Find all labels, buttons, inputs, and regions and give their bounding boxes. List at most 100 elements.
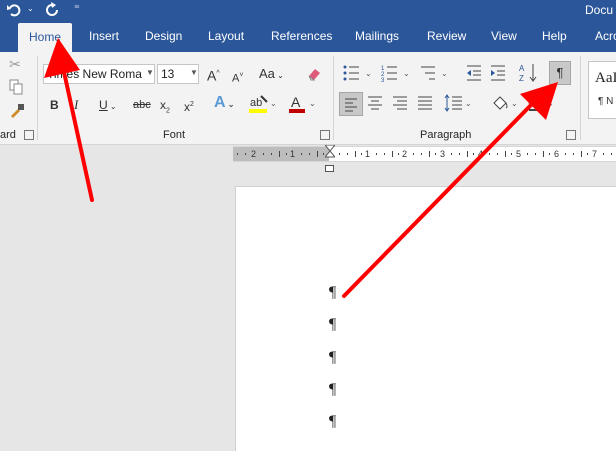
clear-formatting-icon[interactable] [306, 66, 322, 82]
format-painter-icon[interactable] [8, 102, 26, 120]
ruler-tick [237, 153, 238, 155]
ruler-tick [286, 153, 287, 155]
svg-text:⌄: ⌄ [511, 99, 518, 108]
style-normal-tile[interactable]: AaI ¶ N [588, 61, 616, 119]
sort-icon[interactable]: AZ [519, 62, 539, 84]
hanging-indent-marker[interactable] [325, 160, 335, 172]
tab-references[interactable]: References [271, 22, 332, 52]
tab-mailings[interactable]: Mailings [355, 22, 399, 52]
underline-button[interactable]: U ⌄ [99, 96, 117, 116]
numbering-icon[interactable]: 1 2 3 ⌄ [381, 64, 413, 84]
tab-view[interactable]: View [491, 22, 517, 52]
bold-button[interactable]: B [50, 96, 59, 114]
tab-layout[interactable]: Layout [208, 22, 244, 52]
ruler-tick [505, 151, 506, 157]
undo-icon[interactable] [6, 2, 22, 18]
horizontal-ruler[interactable]: 2 1 1 2 3 4 5 6 7 [233, 144, 616, 162]
increase-indent-icon[interactable] [489, 64, 507, 82]
style-preview: AaI [595, 70, 616, 86]
svg-text:⌄: ⌄ [547, 99, 554, 108]
font-color-icon[interactable]: A ⌄ [289, 94, 319, 116]
document-page[interactable] [235, 186, 616, 451]
ruler-tick [611, 153, 612, 155]
borders-icon[interactable]: ⌄ [527, 94, 557, 112]
text-effects-icon[interactable]: A ⌄ [214, 94, 235, 112]
ruler-tick [459, 153, 460, 155]
show-hide-marks-label: ¶ [556, 65, 564, 80]
highlight-color-icon[interactable]: ab ⌄ [249, 94, 279, 116]
font-name-value: Times New Roma [47, 67, 142, 81]
shrink-font-icon[interactable]: A˅ [232, 67, 243, 88]
ruler-tick [429, 151, 430, 157]
clipboard-launcher-icon[interactable] [24, 130, 34, 140]
font-size-dropdown-icon[interactable]: ▼ [190, 64, 198, 82]
ruler-tick [271, 153, 272, 155]
change-case-label: Aa [259, 66, 275, 81]
paragraph-mark[interactable]: ¶ [329, 284, 336, 302]
svg-text:A: A [519, 64, 525, 73]
paragraph-mark[interactable]: ¶ [329, 381, 336, 399]
superscript-button[interactable]: x2 [184, 96, 194, 116]
tab-home[interactable]: Home [18, 23, 73, 52]
tab-review[interactable]: Review [427, 22, 466, 52]
line-spacing-icon[interactable]: ⌄ [444, 94, 474, 112]
ruler-tick [603, 153, 604, 155]
ruler-tick [339, 153, 340, 155]
shading-icon[interactable]: ⌄ [491, 94, 521, 116]
paragraph-mark[interactable]: ¶ [329, 413, 336, 431]
svg-text:⌄: ⌄ [465, 99, 472, 108]
ruler-tick [451, 153, 452, 155]
font-launcher-icon[interactable] [320, 130, 330, 140]
tab-design[interactable]: Design [145, 22, 182, 52]
font-size-value: 13 [161, 67, 175, 81]
separator [333, 56, 334, 140]
grow-font-icon[interactable]: A^ [207, 65, 220, 85]
cut-icon[interactable]: ✂ [9, 56, 21, 73]
tab-insert[interactable]: Insert [89, 22, 119, 52]
align-right-icon[interactable] [391, 94, 409, 112]
svg-text:⌄: ⌄ [365, 69, 372, 78]
redo-icon[interactable] [44, 2, 60, 18]
ruler-tick [565, 153, 566, 155]
ruler-tick [435, 153, 436, 155]
justify-icon[interactable] [416, 94, 434, 112]
ruler-tick [398, 153, 399, 155]
decrease-indent-icon[interactable] [465, 64, 483, 82]
undo-dropdown-icon[interactable]: ⌄ [27, 4, 34, 13]
ruler-number: 2 [251, 149, 257, 159]
superscript-mark: 2 [190, 101, 194, 108]
ruler-number: 7 [592, 149, 598, 159]
ruler-tick [263, 153, 264, 155]
strikethrough-button[interactable]: abc [133, 96, 151, 114]
font-name-dropdown-icon[interactable]: ▼ [146, 64, 154, 82]
bullets-icon[interactable]: ⌄ [343, 64, 375, 82]
paragraph-mark[interactable]: ¶ [329, 349, 336, 367]
ruler-tick [535, 153, 536, 155]
svg-text:A: A [291, 94, 301, 110]
tab-help[interactable]: Help [542, 22, 567, 52]
ruler-number: 1 [365, 149, 371, 159]
tab-acrobat[interactable]: Acro [595, 22, 616, 52]
ruler-tick [279, 151, 280, 157]
align-left-button[interactable] [339, 92, 363, 116]
ruler-tick [323, 153, 324, 155]
paragraph-mark[interactable]: ¶ [329, 316, 336, 334]
ruler-tick [413, 153, 414, 155]
ruler-tick [549, 153, 550, 155]
paragraph-launcher-icon[interactable] [566, 130, 576, 140]
align-center-icon[interactable] [366, 94, 384, 112]
customize-toolbar-icon[interactable]: ⁼ [74, 2, 80, 15]
change-case-button[interactable]: Aa ⌄ [259, 65, 284, 85]
ruler-tick [527, 153, 528, 155]
group-label-font: Font [163, 129, 186, 141]
group-label-paragraph: Paragraph [420, 129, 472, 141]
copy-icon[interactable] [9, 79, 23, 95]
subscript-button[interactable]: x2 [160, 96, 170, 120]
subscript-mark: 2 [166, 107, 170, 115]
svg-text:⌄: ⌄ [309, 99, 316, 108]
ribbon-tabs: Home Insert Design Layout References Mai… [0, 22, 616, 52]
multilevel-list-icon[interactable]: ⌄ [419, 64, 451, 82]
show-hide-marks-button[interactable]: ¶ [549, 61, 571, 85]
font-name-combo[interactable]: Times New Roma [43, 64, 155, 84]
italic-button[interactable]: I [74, 96, 78, 114]
